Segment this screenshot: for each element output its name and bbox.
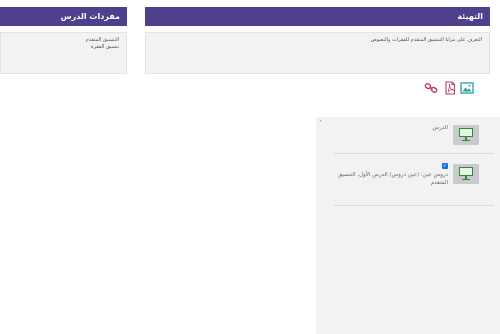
completed-checkbox[interactable]: ✓ xyxy=(442,163,448,169)
vocab-panel-header: مفردات الدرس xyxy=(0,7,127,26)
list-item[interactable]: الدرس xyxy=(316,117,500,153)
vocab-item: تنسيق الفقرة xyxy=(91,44,119,50)
pdf-icon[interactable] xyxy=(443,80,457,95)
vocab-panel-title: مفردات الدرس xyxy=(60,12,120,21)
link-icon[interactable] xyxy=(424,80,438,94)
list-item-label: الدرس xyxy=(432,125,448,131)
image-icon[interactable] xyxy=(460,80,474,94)
list-item[interactable]: ✓ دروس عين: (عين دروس) الدرس الأول، التن… xyxy=(316,154,500,204)
monitor-icon xyxy=(453,164,479,184)
list-item-label: دروس عين: (عين دروس) الدرس الأول، التنسي… xyxy=(337,172,448,186)
intro-panel-title: التهيئة xyxy=(457,12,483,21)
intro-panel-header: التهيئة xyxy=(145,7,490,26)
intro-panel-body: التعرف على مزايا التنسيق المتقدم للفقرات… xyxy=(145,32,490,74)
intro-panel-text: التعرف على مزايا التنسيق المتقدم للفقرات… xyxy=(370,37,482,43)
monitor-icon xyxy=(453,125,479,145)
vocab-panel-body: التنسيق المتقدم تنسيق الفقرة xyxy=(0,32,127,74)
divider xyxy=(334,205,494,206)
vocab-item: التنسيق المتقدم xyxy=(85,37,119,43)
lesson-list: ˄ الدرس ✓ دروس عين: (عين دروس) الدرس الأ… xyxy=(316,117,500,334)
